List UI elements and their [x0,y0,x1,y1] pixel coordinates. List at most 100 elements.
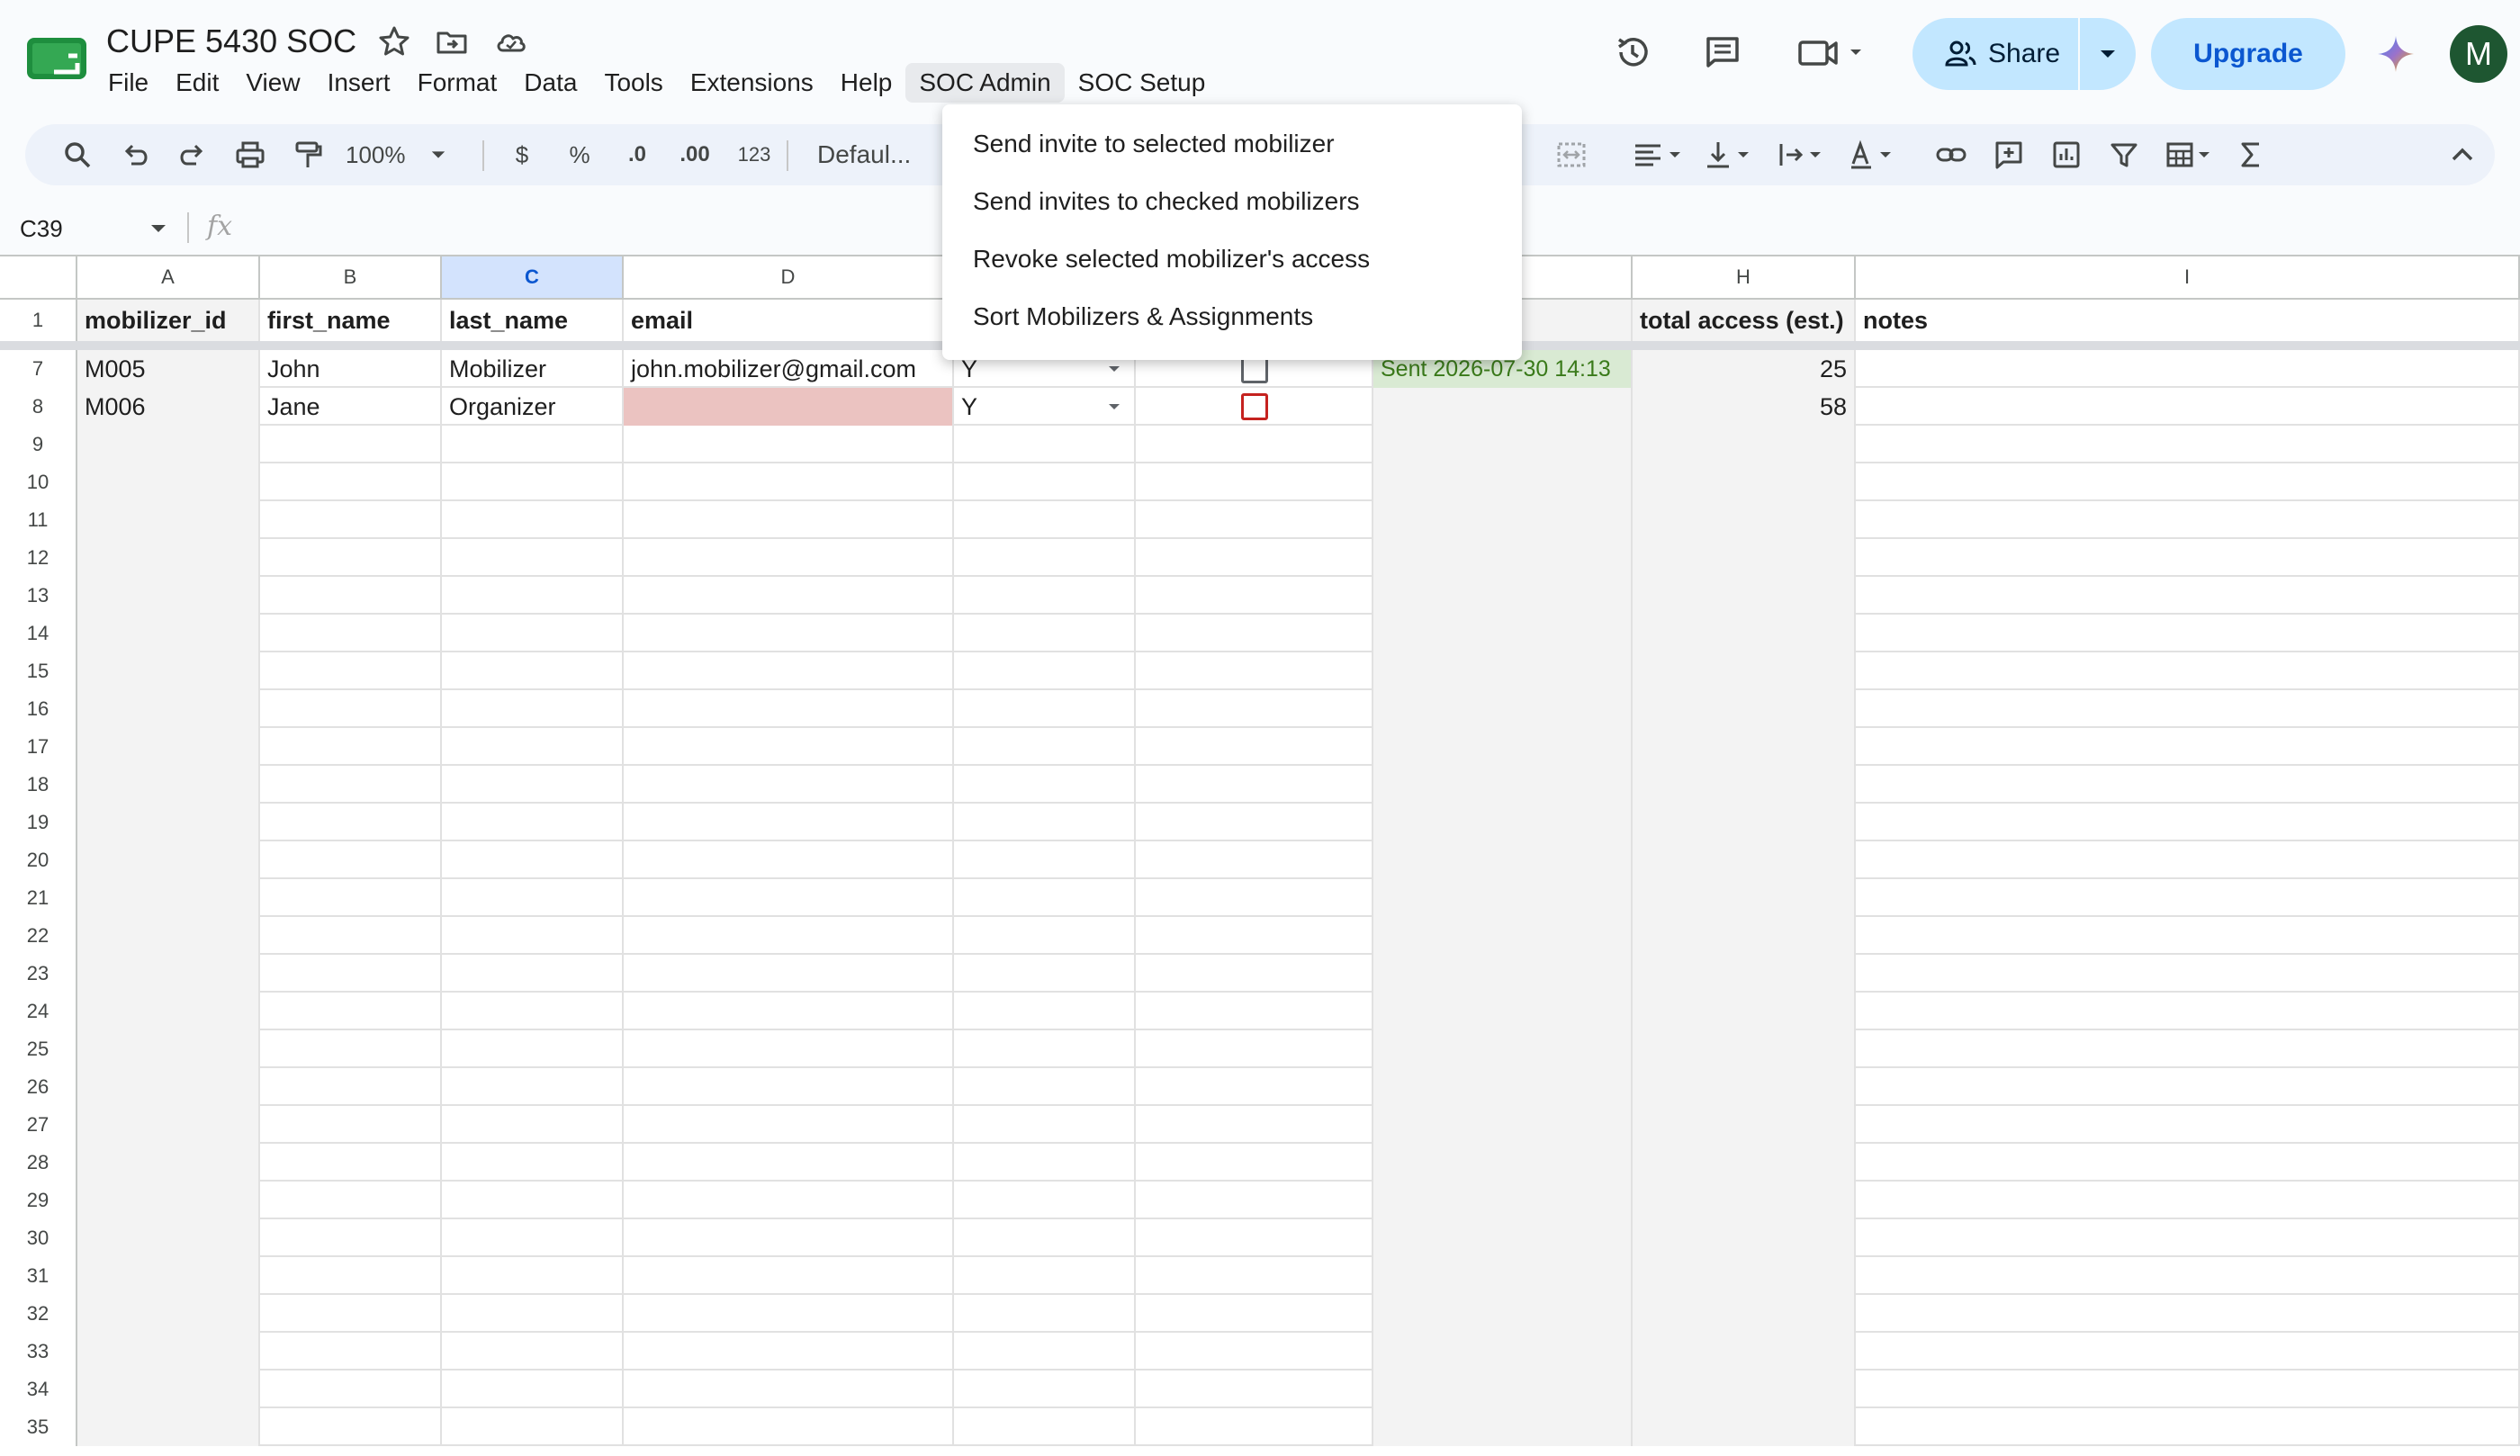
table-cell[interactable] [1136,577,1373,615]
table-cell[interactable] [954,1144,1136,1182]
table-cell[interactable] [77,917,260,955]
table-cell[interactable] [77,539,260,577]
table-cell[interactable] [954,1408,1136,1446]
row-number[interactable]: 23 [0,955,77,993]
table-cell[interactable] [1373,1219,1633,1257]
table-cell[interactable] [954,463,1136,501]
row-number[interactable]: 20 [0,841,77,879]
menu-view[interactable]: View [232,63,313,103]
decrease-decimal-button[interactable]: .0 [614,133,661,176]
increase-decimal-button[interactable]: .00 [670,133,720,176]
table-cell[interactable] [1856,388,2520,426]
table-cell[interactable] [1856,539,2520,577]
table-cell[interactable] [1633,728,1856,766]
table-cell[interactable] [624,463,954,501]
table-cell[interactable] [260,615,442,652]
table-cell[interactable] [1373,1144,1633,1182]
table-cell[interactable] [1373,1333,1633,1371]
table-cell[interactable] [1856,463,2520,501]
table-cell[interactable] [624,615,954,652]
table-cell[interactable] [624,993,954,1030]
row-number[interactable]: 31 [0,1257,77,1295]
table-cell[interactable] [442,652,624,690]
table-cell[interactable] [624,690,954,728]
sheets-logo-icon[interactable] [27,36,86,81]
row-number[interactable]: 30 [0,1219,77,1257]
table-cell[interactable] [1856,1068,2520,1106]
email-error-cell[interactable] [624,388,954,426]
table-cell[interactable] [442,1030,624,1068]
table-cell[interactable] [77,841,260,879]
table-cell[interactable]: Organizer [442,388,624,426]
table-cell[interactable] [954,1333,1136,1371]
table-cell[interactable] [77,1295,260,1333]
header-cell-first-name[interactable]: first_name [260,300,442,341]
table-cell[interactable] [1856,690,2520,728]
table-cell[interactable] [1136,841,1373,879]
table-cell[interactable] [624,1219,954,1257]
table-cell[interactable] [442,1219,624,1257]
table-cell[interactable] [1633,955,1856,993]
table-cell[interactable] [1136,766,1373,804]
table-cell[interactable] [260,577,442,615]
table-cell[interactable] [1136,1030,1373,1068]
table-cell[interactable] [1136,690,1373,728]
header-cell-total-access[interactable]: total access (est.) [1633,300,1856,341]
table-cell[interactable] [954,1257,1136,1295]
table-cell[interactable] [442,615,624,652]
table-cell[interactable] [1856,577,2520,615]
table-cell[interactable] [260,1333,442,1371]
table-cell[interactable] [624,539,954,577]
table-cell[interactable] [77,1182,260,1219]
insert-chart-icon[interactable] [2045,133,2088,176]
table-cell[interactable] [1373,841,1633,879]
table-cell[interactable] [442,1257,624,1295]
table-cell[interactable] [1856,1333,2520,1371]
table-cell[interactable] [1373,1257,1633,1295]
table-cell[interactable] [260,917,442,955]
table-cell[interactable]: 58 [1633,388,1856,426]
table-cell[interactable] [1856,1182,2520,1219]
status-cell[interactable] [1373,388,1633,426]
menu-format[interactable]: Format [404,63,511,103]
table-cell[interactable] [77,615,260,652]
avatar[interactable]: M [2450,25,2507,83]
merge-cells-icon[interactable] [1537,133,1606,176]
zoom-select[interactable]: 100% [346,133,446,176]
cloud-saved-icon[interactable] [493,23,529,59]
table-cell[interactable]: M005 [77,350,260,388]
row-number[interactable]: 18 [0,766,77,804]
table-cell[interactable] [1373,690,1633,728]
text-wrap-icon[interactable] [1771,133,1834,176]
table-cell[interactable] [624,501,954,539]
table-cell[interactable] [1373,1030,1633,1068]
table-cell[interactable] [77,766,260,804]
table-cell[interactable] [442,1182,624,1219]
document-title[interactable]: CUPE 5430 SOC [106,23,356,59]
valign-bottom-icon[interactable] [1699,133,1762,176]
menu-file[interactable]: File [94,63,162,103]
table-cell[interactable] [1633,1371,1856,1408]
table-cell[interactable] [1856,728,2520,766]
column-header-h[interactable]: H [1633,256,1856,300]
table-cell[interactable] [624,577,954,615]
table-cell[interactable] [1136,615,1373,652]
table-cell[interactable] [1136,426,1373,463]
table-cell[interactable] [954,955,1136,993]
table-cell[interactable] [1856,1257,2520,1295]
table-cell[interactable] [442,1371,624,1408]
row-number[interactable]: 28 [0,1144,77,1182]
table-cell[interactable] [1633,577,1856,615]
collapse-icon[interactable] [2441,133,2484,176]
table-cell[interactable] [624,1257,954,1295]
table-cell[interactable] [954,1371,1136,1408]
table-cell[interactable] [1136,652,1373,690]
menu-soc-setup[interactable]: SOC Setup [1065,63,1220,103]
table-cell[interactable] [954,501,1136,539]
table-cell[interactable] [260,690,442,728]
table-cell[interactable] [1633,1030,1856,1068]
table-cell[interactable] [1633,879,1856,917]
table-cell[interactable] [1373,426,1633,463]
table-cell[interactable] [624,1068,954,1106]
print-icon[interactable] [229,133,272,176]
